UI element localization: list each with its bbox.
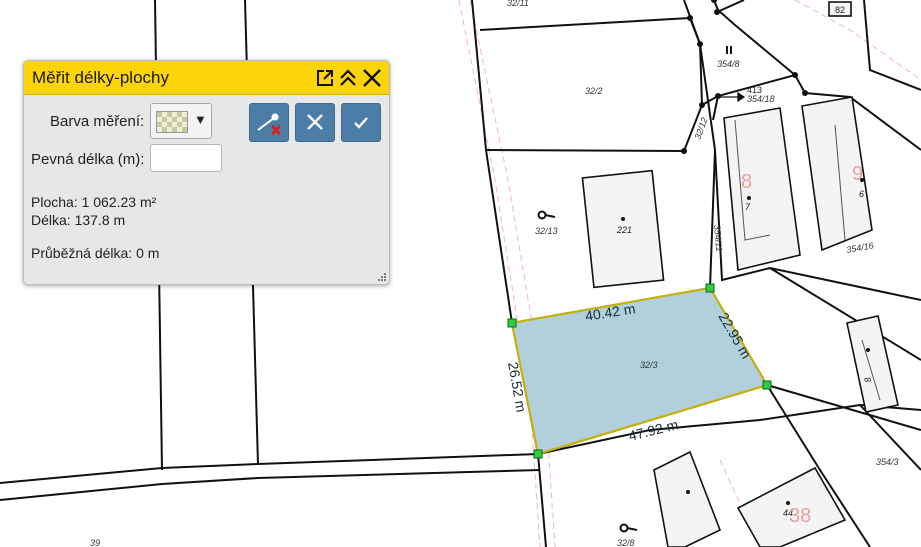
parcel-label: 32/2 bbox=[585, 86, 603, 96]
close-icon[interactable] bbox=[362, 68, 382, 88]
double-chevron-up-icon[interactable] bbox=[338, 68, 358, 88]
measure-panel: Měřit délky-plochy Barva měření: ▼ Pevná… bbox=[23, 60, 390, 285]
house-number: 8 bbox=[741, 171, 752, 193]
resize-handle-icon[interactable] bbox=[377, 272, 387, 282]
panel-title: Měřit délky-plochy bbox=[32, 68, 169, 87]
parcel-label: 354/18 bbox=[747, 94, 775, 104]
x-icon bbox=[307, 114, 323, 130]
erase-measure-icon bbox=[257, 113, 282, 136]
caret-down-icon: ▼ bbox=[194, 112, 207, 127]
parcel-label: 32/11 bbox=[507, 0, 529, 8]
parcel-label: 354/3 bbox=[876, 457, 899, 467]
confirm-button[interactable] bbox=[341, 103, 381, 142]
color-swatch bbox=[156, 111, 188, 133]
fixed-length-input[interactable] bbox=[150, 144, 222, 172]
fixed-length-label: Pevná délka (m): bbox=[31, 151, 145, 168]
color-label: Barva měření: bbox=[50, 113, 145, 130]
house-number: 38 bbox=[789, 505, 811, 527]
panel-header[interactable]: Měřit délky-plochy bbox=[24, 61, 389, 95]
building-label: 221 bbox=[616, 225, 632, 235]
vertex-handle bbox=[507, 318, 517, 328]
running-length-readout: Průběžná délka: 0 m bbox=[31, 245, 160, 261]
parcel-label: 32/8 bbox=[617, 538, 635, 547]
check-icon bbox=[354, 117, 368, 129]
length-readout: Délka: 137.8 m bbox=[31, 212, 126, 228]
building-label: 6 bbox=[859, 189, 864, 199]
parcel-label: 32/12 bbox=[692, 116, 709, 141]
building-label: 82 bbox=[835, 5, 845, 15]
area-readout: Plocha: 1 062.23 m² bbox=[31, 194, 157, 210]
parcel-label: 354/16 bbox=[846, 240, 875, 255]
external-link-icon[interactable] bbox=[315, 68, 335, 88]
parcel-label: 354/8 bbox=[717, 59, 740, 69]
vertex-handle bbox=[533, 449, 543, 459]
parcel-label: 354/11 bbox=[712, 224, 724, 252]
vertex-handle bbox=[762, 380, 772, 390]
color-dropdown[interactable]: ▼ bbox=[150, 103, 212, 139]
cancel-button[interactable] bbox=[295, 103, 335, 142]
parcel-label: 39 bbox=[90, 538, 100, 547]
point-label: 413 bbox=[747, 85, 762, 95]
house-number: 9 bbox=[852, 163, 863, 185]
parcel-label: 32/13 bbox=[535, 226, 558, 236]
parcel-label: 32/3 bbox=[640, 360, 658, 370]
vertex-handle bbox=[705, 283, 715, 293]
clear-measure-button[interactable] bbox=[249, 103, 289, 142]
